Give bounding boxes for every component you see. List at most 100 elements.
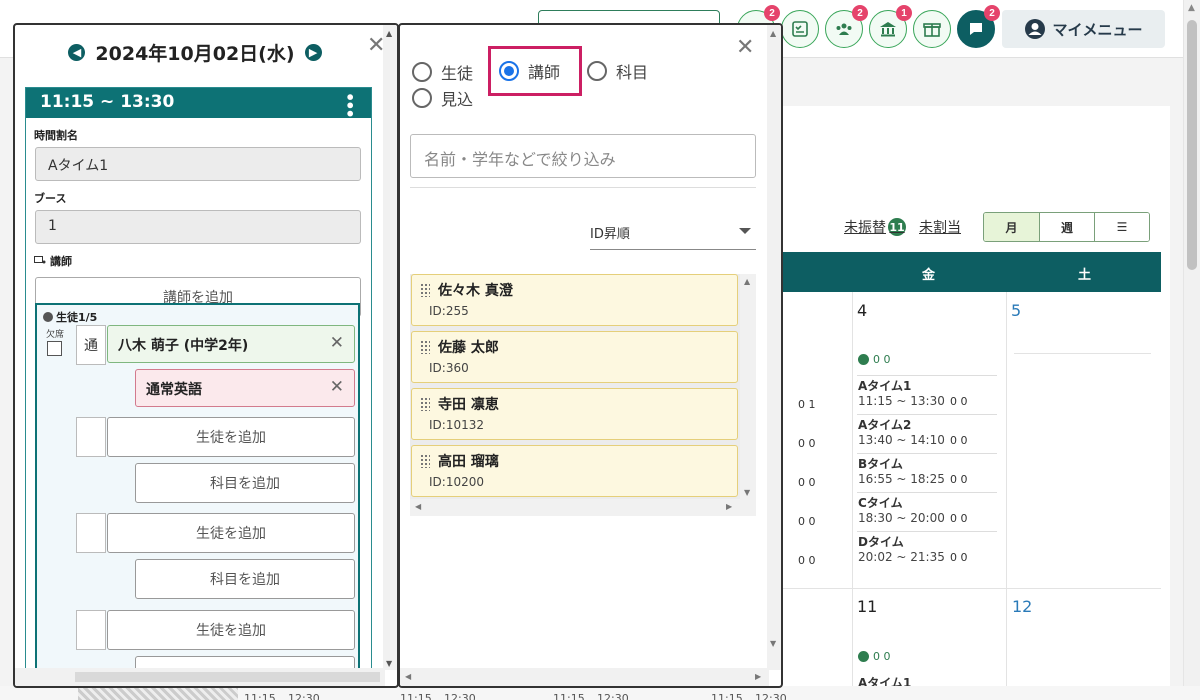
calendar-slot[interactable]: Cタイム 18:30 ~ 20:00 0 0: [858, 494, 998, 530]
booth-label: ブース: [34, 190, 371, 206]
bottom-time: 11:15: [400, 692, 432, 700]
timetable-field[interactable]: Aタイム1: [35, 147, 361, 181]
scroll-down-icon[interactable]: ▼: [386, 659, 392, 668]
slot-name: Aタイム2: [858, 418, 912, 432]
slot-counts: 0 0: [950, 395, 968, 408]
weekday-friday: 金: [922, 268, 936, 283]
date-navigation: ◀ 2024年10月02日(水) ▶: [15, 39, 375, 66]
scroll-right-icon[interactable]: ▶: [726, 502, 732, 511]
teacher-id: ID:255: [429, 304, 469, 318]
bank-badge: 1: [896, 5, 912, 21]
scroll-down-icon[interactable]: ▼: [770, 639, 776, 648]
remove-student-icon[interactable]: ✕: [330, 333, 344, 353]
teacher-name: 佐々木 真澄: [438, 283, 513, 299]
student-icon: [43, 312, 53, 322]
list-hscrollbar[interactable]: ◀ ▶: [410, 499, 756, 516]
teacher-card[interactable]: 佐々木 真澄 ID:255: [411, 274, 738, 326]
add-student-button[interactable]: 生徒を追加: [107, 417, 355, 457]
radio-prospect-circle[interactable]: [412, 88, 432, 108]
teacher-name: 高田 瑠璃: [438, 454, 499, 470]
scroll-up-icon[interactable]: ▲: [744, 277, 750, 286]
list-scrollbar[interactable]: ▲ ▼: [740, 274, 756, 499]
page-scrollbar[interactable]: ▲: [1183, 0, 1200, 700]
radio-student-label: 生徒: [441, 64, 474, 83]
session-date: 2024年10月02日(水): [95, 43, 295, 65]
attendance-type-empty[interactable]: [76, 417, 106, 457]
bank-button[interactable]: 1: [869, 5, 912, 48]
add-subject-button[interactable]: 科目を追加: [135, 559, 355, 599]
attendance-type-empty[interactable]: [76, 513, 106, 553]
calendar-slot[interactable]: Aタイム2 13:40 ~ 14:10 0 0: [858, 416, 998, 452]
teacher-card[interactable]: 寺田 凛恵 ID:10132: [411, 388, 738, 440]
subject-chip[interactable]: 通常英語 ✕: [135, 369, 355, 407]
teacher-card[interactable]: 高田 瑠璃 ID:10200: [411, 445, 738, 497]
student-chip[interactable]: 八木 萌子 (中学2年) ✕: [107, 325, 355, 363]
slot-separator: [857, 375, 997, 376]
scroll-down-icon[interactable]: ▼: [744, 488, 750, 497]
page-scroll-thumb[interactable]: [1187, 20, 1197, 270]
drag-handle-icon[interactable]: [420, 283, 430, 297]
absent-checkbox[interactable]: [47, 341, 62, 356]
panel-hscrollbar[interactable]: ◀ ▶: [400, 668, 769, 686]
add-student-button[interactable]: 生徒を追加: [107, 610, 355, 650]
scroll-right-icon[interactable]: ▶: [755, 672, 761, 681]
panel-scrollbar[interactable]: ▲ ▼: [767, 25, 781, 670]
add-subject-button[interactable]: 科目を追加: [135, 463, 355, 503]
unassigned-link[interactable]: 未振替 11: [844, 217, 906, 237]
attendance-type[interactable]: 通: [76, 325, 106, 365]
panel-scrollbar[interactable]: ▲ ▼: [383, 25, 397, 670]
scroll-up-icon[interactable]: ▲: [770, 29, 776, 38]
calendar-slot[interactable]: Bタイム 16:55 ~ 18:25 0 0: [858, 455, 998, 491]
list-view-button[interactable]: ☰: [1094, 213, 1149, 241]
radio-student-circle[interactable]: [412, 62, 432, 82]
add-student-button[interactable]: 生徒を追加: [107, 513, 355, 553]
scroll-left-icon[interactable]: ◀: [405, 672, 411, 681]
remove-subject-icon[interactable]: ✕: [330, 377, 344, 397]
slot-counts: 0 1: [798, 398, 816, 411]
drag-handle-icon[interactable]: [420, 340, 430, 354]
radio-prospect[interactable]: 見込: [412, 86, 473, 110]
checklist-button[interactable]: [781, 10, 819, 48]
slot-time: 18:30 ~ 20:00: [858, 511, 945, 525]
radio-subject-circle[interactable]: [587, 61, 607, 81]
radio-student[interactable]: 生徒: [412, 60, 473, 84]
bottom-time: 12:30: [597, 692, 629, 700]
day-number[interactable]: 12: [1012, 597, 1032, 616]
drag-handle-icon[interactable]: [420, 397, 430, 411]
chat-badge: 2: [984, 5, 1000, 21]
assign-picker-panel: ✕ 生徒 講師 科目 見込 名前・学年などで絞り込み ID昇順 佐々木 真澄 I…: [398, 23, 783, 688]
prev-day-icon[interactable]: ◀: [68, 44, 86, 61]
chat-button[interactable]: 2: [957, 5, 1000, 48]
students-section: 生徒1/5 欠席 通 八木 萌子 (中学2年) ✕ 通常英語 ✕ 生徒を追加 科…: [35, 303, 360, 686]
close-icon[interactable]: ✕: [736, 37, 754, 59]
day-number[interactable]: 5: [1011, 301, 1021, 320]
scroll-up-icon[interactable]: ▲: [386, 29, 392, 38]
gift-button[interactable]: [913, 10, 951, 48]
teacher-list: 佐々木 真澄 ID:255 佐藤 太郎 ID:360 寺田 凛恵 ID:1013…: [410, 274, 756, 516]
panel-hscrollbar[interactable]: [15, 668, 385, 686]
drag-handle-icon[interactable]: [420, 454, 430, 468]
grid-line: [1006, 292, 1007, 692]
sort-select[interactable]: ID昇順: [590, 218, 756, 250]
slot-time: 16:55 ~ 18:25: [858, 472, 945, 486]
hscroll-thumb[interactable]: [75, 672, 380, 682]
calendar-slot[interactable]: Dタイム 20:02 ~ 21:35 0 0: [858, 533, 998, 569]
next-day-icon[interactable]: ▶: [304, 44, 322, 61]
unallocated-link[interactable]: 未割当: [919, 217, 961, 237]
group-button[interactable]: 2: [825, 5, 868, 48]
teacher-card[interactable]: 佐藤 太郎 ID:360: [411, 331, 738, 383]
day-number[interactable]: 11: [857, 597, 877, 616]
my-menu-button[interactable]: マイメニュー: [1002, 10, 1165, 48]
scroll-up-icon[interactable]: ▲: [1188, 3, 1195, 13]
day-number[interactable]: 4: [857, 301, 867, 320]
week-view-button[interactable]: 週: [1039, 213, 1094, 241]
radio-subject[interactable]: 科目: [587, 59, 648, 83]
month-view-button[interactable]: 月: [984, 213, 1039, 241]
scroll-left-icon[interactable]: ◀: [415, 502, 421, 511]
search-input[interactable]: 名前・学年などで絞り込み: [410, 134, 756, 178]
more-menu-icon[interactable]: •••: [340, 92, 359, 117]
attendance-type-empty[interactable]: [76, 610, 106, 650]
calendar-slot[interactable]: Aタイム1 11:15 ~ 13:30 0 0: [858, 377, 998, 413]
slot-name: Bタイム: [858, 457, 903, 471]
booth-field[interactable]: 1: [35, 210, 361, 244]
